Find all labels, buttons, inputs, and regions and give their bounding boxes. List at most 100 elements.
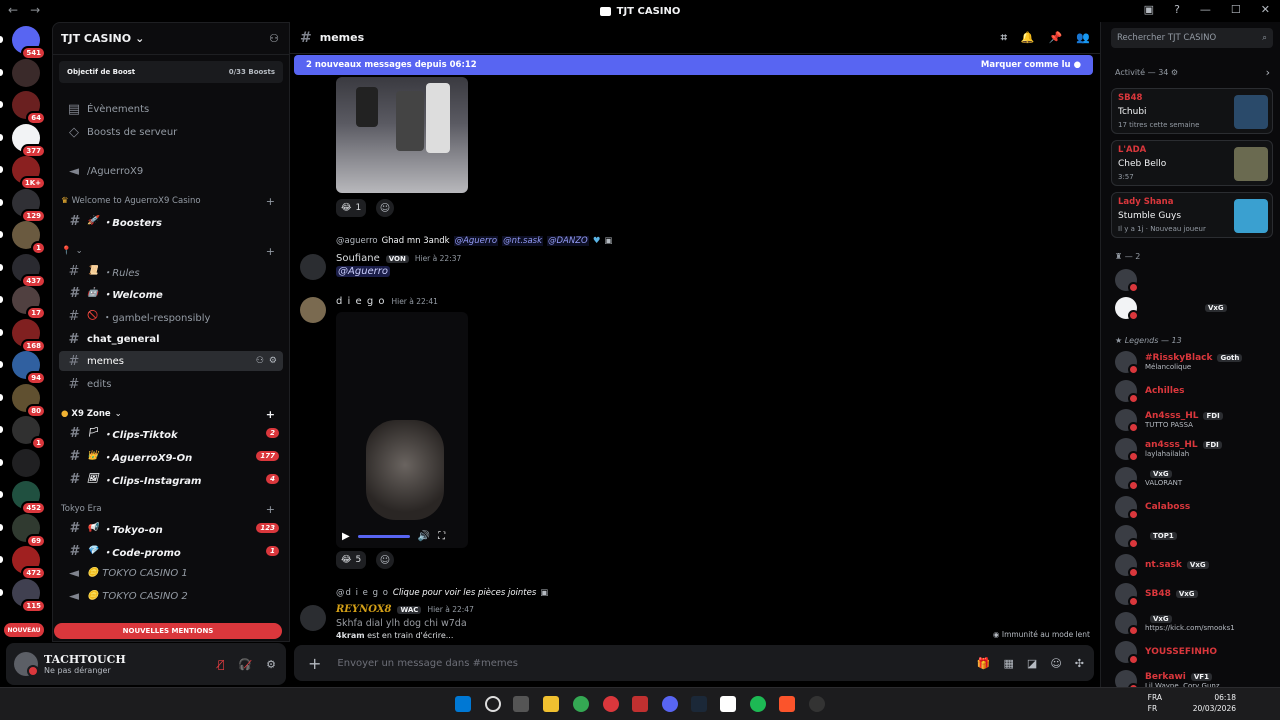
back-icon[interactable]: ← bbox=[8, 3, 18, 17]
category-welcome[interactable]: ♛ Welcome to AguerroX9 Casino + bbox=[59, 193, 283, 209]
app-icon[interactable] bbox=[632, 696, 648, 712]
server-icon[interactable]: 64 bbox=[12, 91, 46, 125]
member-row[interactable]: VxG bbox=[1115, 295, 1277, 321]
avatar[interactable] bbox=[300, 254, 326, 280]
chevron-right-icon[interactable]: › bbox=[1266, 66, 1270, 79]
category-tokyo-era[interactable]: Tokyo Era + bbox=[59, 501, 283, 517]
member-row[interactable]: nt.sask VxG bbox=[1115, 552, 1277, 578]
volume-icon[interactable]: 🔊 bbox=[418, 531, 430, 542]
app-icon[interactable] bbox=[603, 696, 619, 712]
channel-boosters[interactable]: # 🚀 ・Boosters bbox=[59, 211, 283, 231]
fullscreen-icon[interactable]: ⛶ bbox=[438, 531, 445, 542]
message-input[interactable]: Envoyer un message dans #memes bbox=[337, 658, 518, 669]
server-icon[interactable]: 80 bbox=[12, 383, 46, 418]
message-composer[interactable]: + Envoyer un message dans #memes 🎁 ▦ ◪ ☺… bbox=[294, 645, 1094, 681]
member-row[interactable]: YOUSSEFINHO bbox=[1115, 639, 1277, 665]
brave-icon[interactable] bbox=[779, 696, 795, 712]
member-row[interactable] bbox=[1115, 267, 1277, 293]
channel-chat-general[interactable]: # chat_general bbox=[59, 329, 283, 349]
message-mention[interactable]: @Aguerro bbox=[336, 266, 391, 277]
add-reaction-icon[interactable]: ☺ bbox=[376, 551, 394, 569]
channel-rules[interactable]: # 📜 ・Rules bbox=[59, 261, 283, 281]
activity-card[interactable]: SB48 Tchubi 17 titres cette semaine bbox=[1111, 88, 1273, 134]
server-icon[interactable]: 1 bbox=[12, 221, 46, 255]
channel-clips-instagram[interactable]: # 🖼 ・Clips-Instagram 4 bbox=[59, 469, 283, 489]
new-unread-badge[interactable]: NOUVEAU bbox=[4, 623, 44, 637]
help-icon[interactable]: ? bbox=[1174, 3, 1180, 16]
reaction-laugh[interactable]: 😂 5 bbox=[336, 551, 367, 569]
pin-icon[interactable]: 📌 bbox=[1049, 31, 1063, 45]
app-icon[interactable] bbox=[809, 696, 825, 712]
server-icon[interactable] bbox=[12, 58, 40, 87]
inbox-icon[interactable]: ▣ bbox=[1144, 3, 1154, 16]
server-icon[interactable]: 94 bbox=[12, 351, 46, 385]
gif-icon[interactable]: ▦ bbox=[1004, 657, 1014, 670]
gear-icon[interactable]: ⚙ bbox=[1171, 68, 1178, 77]
forward-icon[interactable]: → bbox=[30, 3, 40, 17]
gift-icon[interactable]: 🎁 bbox=[977, 657, 991, 670]
add-channel-icon[interactable]: + bbox=[266, 408, 275, 421]
task-view-icon[interactable] bbox=[513, 696, 529, 712]
members-icon[interactable]: 👥 bbox=[1076, 31, 1090, 45]
channel-tokyo-on[interactable]: # 📢 ・Tokyo-on 123 bbox=[59, 518, 283, 538]
headset-deafened-icon[interactable]: 🎧̸ bbox=[238, 658, 252, 671]
search-icon[interactable] bbox=[485, 696, 501, 712]
server-icon[interactable]: 1 bbox=[12, 416, 46, 450]
user-info[interactable]: TACHTOUCH Ne pas déranger bbox=[44, 653, 126, 675]
voice-channel-aguerrox9[interactable]: ◄ /AguerroX9 bbox=[59, 161, 283, 181]
sticker-icon[interactable]: ◪ bbox=[1027, 657, 1037, 670]
mic-muted-icon[interactable]: 🎙̸ bbox=[218, 658, 225, 671]
invite-icon[interactable]: ⚇ bbox=[256, 356, 264, 366]
server-icon[interactable]: 437 bbox=[12, 253, 46, 288]
member-row[interactable]: TOP1 bbox=[1115, 523, 1277, 549]
mark-read-button[interactable]: Marquer comme lu ● bbox=[981, 60, 1081, 70]
activity-card[interactable]: L'ADA Cheb Bello 3:57 bbox=[1111, 140, 1273, 186]
channel-aguerrox9-on[interactable]: # 👑 ・AguerroX9-On 177 bbox=[59, 446, 283, 466]
member-row[interactable]: VxG https://kick.com/smooks1 bbox=[1115, 610, 1277, 636]
channel-gambel-responsibly[interactable]: # 🚫 ・gambel-responsibly bbox=[59, 306, 283, 326]
attach-plus-icon[interactable]: + bbox=[308, 654, 321, 673]
capcut-icon[interactable] bbox=[720, 696, 736, 712]
server-icon[interactable]: 69 bbox=[12, 513, 46, 548]
server-icon[interactable]: 168 bbox=[12, 318, 46, 353]
channel-clips-tiktok[interactable]: # 🏳 ・Clips-Tiktok 2 bbox=[59, 423, 283, 443]
discord-icon[interactable] bbox=[662, 696, 678, 712]
server-icon[interactable]: 541 bbox=[12, 26, 46, 60]
play-icon[interactable]: ▶ bbox=[342, 531, 350, 542]
bell-icon[interactable]: 🔔 bbox=[1021, 31, 1035, 45]
channel-edits[interactable]: # edits bbox=[59, 374, 283, 394]
member-row[interactable]: an4sss_HL FDI laylahailalah bbox=[1115, 436, 1277, 462]
member-row[interactable]: SB48 VxG bbox=[1115, 581, 1277, 607]
channel-code-promo[interactable]: # 💎 ・Code-promo 1 bbox=[59, 541, 283, 561]
avatar[interactable] bbox=[14, 652, 39, 677]
category-pin[interactable]: 📍 ⌄ + bbox=[59, 243, 283, 259]
channel-welcome[interactable]: # 🤖 ・Welcome bbox=[59, 283, 283, 303]
server-icon[interactable]: 452 bbox=[12, 481, 46, 515]
channel-memes[interactable]: # memes ⚇ ⚙ bbox=[59, 351, 283, 371]
spotify-icon[interactable] bbox=[750, 696, 766, 712]
member-row[interactable]: VxG VALORANT bbox=[1115, 465, 1277, 491]
server-icon[interactable]: 115 bbox=[12, 578, 46, 613]
activity-card[interactable]: Lady Shana Stumble Guys Il y a 1j · Nouvea… bbox=[1111, 192, 1273, 238]
invite-icon[interactable]: ⚇ bbox=[269, 32, 279, 45]
server-icon[interactable] bbox=[12, 448, 40, 477]
reply-reference[interactable]: @d i e g o Clique pour voir les pièces j… bbox=[336, 588, 548, 598]
server-icon[interactable]: 129 bbox=[12, 188, 46, 223]
volume-slider[interactable] bbox=[357, 534, 410, 538]
member-row[interactable]: An4sss_HL FDI TUTTO PASSA bbox=[1115, 407, 1277, 433]
minimize-button[interactable]: — bbox=[1200, 3, 1211, 16]
apps-icon[interactable]: ✣ bbox=[1075, 657, 1084, 670]
category-x9-zone[interactable]: ● X9 Zone ⌄ + bbox=[59, 406, 283, 422]
clock[interactable]: 06:18 20/03/2026 bbox=[1193, 692, 1236, 714]
voice-tokyo-casino-2[interactable]: ◄ 🪙 TOKYO CASINO 2 bbox=[59, 586, 283, 606]
avatar[interactable] bbox=[300, 605, 326, 631]
reply-reference[interactable]: @aguerro Ghad mn 3andk @Aguerro @nt.sask… bbox=[336, 236, 612, 246]
add-channel-icon[interactable]: + bbox=[266, 245, 275, 258]
author-name[interactable]: Soufiane bbox=[336, 253, 380, 264]
member-row[interactable]: Achilles bbox=[1115, 378, 1277, 404]
events-item[interactable]: ▤ Évènements bbox=[59, 99, 283, 119]
emoji-icon[interactable]: ☺ bbox=[1050, 657, 1061, 670]
server-icon[interactable]: 1K+ bbox=[12, 156, 46, 190]
close-button[interactable]: ✕ bbox=[1261, 3, 1270, 16]
threads-icon[interactable]: ⌗ bbox=[1001, 31, 1007, 45]
